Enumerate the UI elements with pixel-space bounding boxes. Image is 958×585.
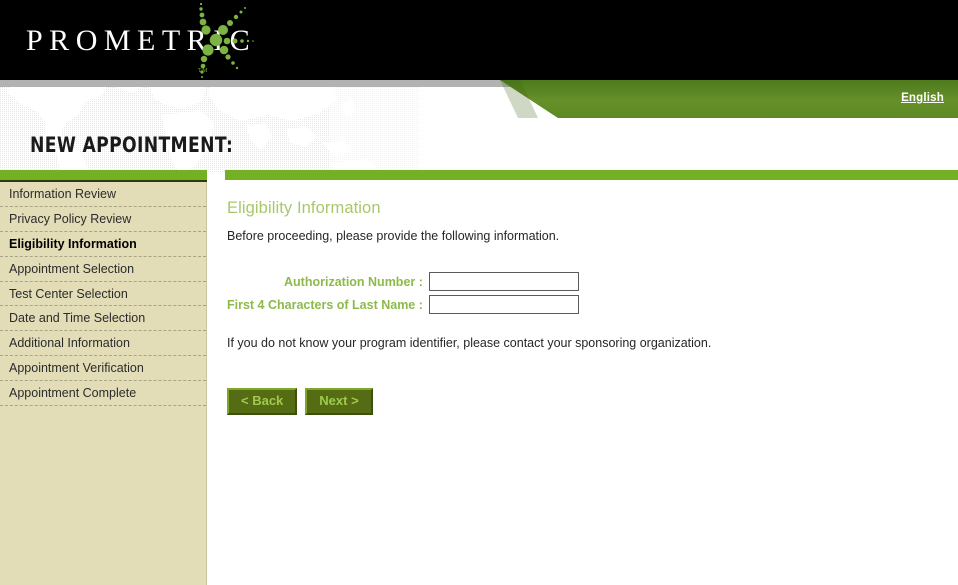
sidebar-item-date-and-time-selection[interactable]: Date and Time Selection: [0, 306, 206, 332]
sidebar-item-additional-information[interactable]: Additional Information: [0, 331, 206, 357]
sidebar-item-label: Appointment Complete: [9, 386, 137, 401]
form-field-input-cell: [428, 293, 579, 316]
world-map-icon: [0, 87, 500, 172]
wizard-steps-sidebar: Information Review Privacy Policy Review E…: [0, 182, 207, 585]
form-row: Authorization Number :: [227, 270, 579, 293]
site-header: PROMETRIC TM: [0, 0, 958, 80]
sidebar-item-eligibility-information[interactable]: Eligibility Information: [0, 232, 206, 257]
next-button[interactable]: Next >: [305, 388, 373, 415]
sidebar-item-appointment-verification[interactable]: Appointment Verification: [0, 356, 206, 382]
page-title: NEW APPOINTMENT:: [30, 133, 234, 157]
back-button[interactable]: < Back: [227, 388, 298, 415]
green-divider-bar-left: [0, 170, 207, 180]
language-link-english[interactable]: English: [901, 92, 944, 104]
language-banner: English: [430, 80, 958, 118]
authorization-number-input[interactable]: [428, 272, 579, 291]
content-intro-text: Before proceeding, please provide the fo…: [227, 229, 560, 243]
sidebar-item-information-review[interactable]: Information Review: [0, 182, 206, 207]
form-field-label: First 4 Characters of Last Name :: [227, 297, 423, 312]
trademark-symbol: TM: [198, 68, 208, 74]
sidebar-item-label: Appointment Selection: [9, 261, 135, 276]
main-content: Eligibility Information Before proceedin…: [225, 182, 958, 585]
sidebar-item-privacy-policy-review[interactable]: Privacy Policy Review: [0, 207, 206, 232]
sidebar-item-label: Test Center Selection: [9, 286, 128, 301]
last-name-first4-input[interactable]: [428, 295, 579, 314]
green-divider-bar-right: [225, 170, 958, 180]
sidebar-item-label: Additional Information: [9, 336, 130, 351]
form-button-row: < Back Next >: [227, 388, 381, 415]
language-banner-shape: [500, 80, 958, 118]
sidebar-item-label: Privacy Policy Review: [9, 211, 132, 226]
form-field-label: Authorization Number :: [284, 274, 423, 289]
content-heading: Eligibility Information: [227, 199, 381, 217]
sidebar-item-label: Information Review: [9, 187, 116, 201]
sidebar-item-label: Eligibility Information: [9, 236, 137, 251]
prometric-new-appointment-page: PROMETRIC TM English NEW APPOINTMENT: In…: [0, 0, 958, 585]
sidebar-item-appointment-selection[interactable]: Appointment Selection: [0, 257, 206, 282]
sidebar-item-appointment-complete[interactable]: Appointment Complete: [0, 381, 206, 407]
sidebar-item-label: Appointment Verification: [9, 361, 144, 376]
wizard-steps-list: Information Review Privacy Policy Review E…: [0, 182, 206, 407]
form-row: First 4 Characters of Last Name :: [227, 293, 579, 316]
sidebar-item-test-center-selection[interactable]: Test Center Selection: [0, 282, 206, 307]
eligibility-form: Authorization Number : First 4 Characters…: [227, 270, 579, 316]
form-field-input-cell: [428, 270, 579, 293]
prometric-starburst-logo: [199, 2, 254, 78]
sidebar-item-label: Date and Time Selection: [9, 311, 146, 326]
content-help-note: If you do not know your program identifi…: [227, 336, 712, 350]
